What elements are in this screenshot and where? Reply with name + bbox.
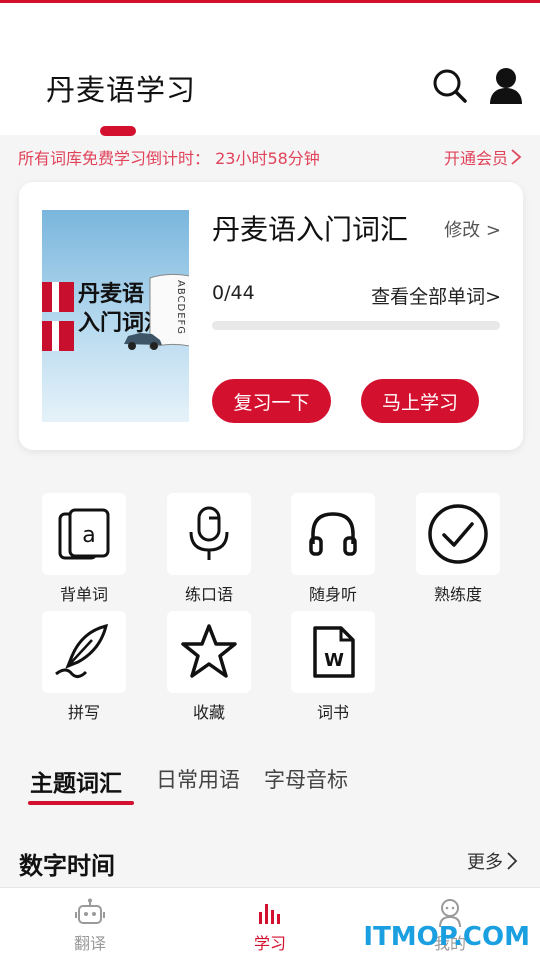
headphones-icon bbox=[309, 512, 357, 556]
edit-book-link[interactable]: 修改 > bbox=[444, 216, 501, 242]
feature-label: 词书 bbox=[316, 703, 349, 722]
microphone-icon bbox=[189, 506, 229, 560]
robot-icon bbox=[75, 898, 105, 924]
flashcard-icon: a bbox=[58, 508, 110, 560]
tab-theme-vocab[interactable]: 主题词汇 bbox=[30, 764, 122, 798]
user-icon[interactable] bbox=[488, 66, 524, 106]
watermark-logo: ITMOP.COM bbox=[363, 922, 530, 952]
more-link[interactable]: 更多 bbox=[467, 848, 518, 874]
bars-icon bbox=[259, 904, 280, 924]
feature-speaking[interactable]: 练口语 bbox=[154, 493, 264, 605]
feature-proficiency[interactable]: 熟练度 bbox=[403, 493, 513, 605]
check-circle-icon bbox=[428, 504, 488, 564]
section-title: 数字时间 bbox=[19, 852, 115, 880]
feature-label: 背单词 bbox=[59, 585, 108, 604]
cover-title-line1: 丹麦语 bbox=[78, 282, 145, 307]
nav-label: 翻译 bbox=[73, 934, 106, 953]
feature-label: 拼写 bbox=[67, 703, 100, 722]
nav-label: 学习 bbox=[253, 934, 286, 953]
vip-link-label: 开通会员 bbox=[443, 149, 508, 168]
app-header: 丹麦语学习 bbox=[0, 3, 540, 136]
feature-spelling[interactable]: 拼写 bbox=[29, 611, 139, 723]
book-title: 丹麦语入门词汇 bbox=[212, 213, 409, 246]
search-icon[interactable] bbox=[432, 66, 468, 106]
cover-spine-text: ABCDEFG bbox=[175, 280, 186, 336]
promo-bar: 所有词库免费学习倒计时： 23小时58分钟 开通会员 bbox=[18, 145, 522, 169]
vip-link[interactable]: 开通会员 bbox=[444, 145, 522, 169]
more-link-label: 更多 bbox=[467, 852, 503, 873]
feature-wordbooks[interactable]: W 词书 bbox=[278, 611, 388, 723]
chevron-right-icon bbox=[511, 149, 522, 165]
star-icon bbox=[181, 624, 237, 678]
feature-label: 收藏 bbox=[192, 703, 225, 722]
svg-text:W: W bbox=[324, 650, 344, 671]
feature-favorites[interactable]: 收藏 bbox=[154, 611, 264, 723]
feature-label: 练口语 bbox=[184, 585, 233, 604]
feature-label: 熟练度 bbox=[433, 585, 482, 604]
nav-study[interactable]: 学习 bbox=[220, 898, 320, 954]
book-card: 丹麦语 入门词汇 ABCDEFG 丹麦语入门词汇 修改 > 0/44 查看全部单… bbox=[19, 182, 523, 450]
feature-label: 随身听 bbox=[308, 585, 357, 604]
flag-stripe bbox=[42, 282, 74, 312]
tab-daily-phrases[interactable]: 日常用语 bbox=[156, 764, 240, 794]
countdown-text: 所有词库免费学习倒计时： 23小时58分钟 bbox=[18, 149, 320, 168]
active-tab-underline bbox=[28, 801, 134, 805]
review-button[interactable]: 复习一下 bbox=[212, 379, 331, 423]
nav-translate[interactable]: 翻译 bbox=[40, 898, 140, 954]
flag-stripe bbox=[42, 321, 74, 351]
study-now-button[interactable]: 马上学习 bbox=[361, 379, 479, 423]
feature-flashcards[interactable]: a 背单词 bbox=[29, 493, 139, 605]
feature-listening[interactable]: 随身听 bbox=[278, 493, 388, 605]
title-indicator bbox=[100, 126, 136, 136]
progress-bar bbox=[212, 321, 500, 330]
tab-alphabet-phonetics[interactable]: 字母音标 bbox=[264, 764, 348, 794]
svg-text:a: a bbox=[82, 523, 95, 548]
chevron-right-icon bbox=[507, 852, 518, 870]
car-graphic bbox=[124, 333, 162, 350]
word-document-icon: W bbox=[313, 626, 355, 678]
book-cover[interactable]: 丹麦语 入门词汇 ABCDEFG bbox=[42, 210, 189, 422]
quill-icon bbox=[55, 623, 109, 679]
progress-count: 0/44 bbox=[212, 282, 255, 304]
view-all-words-link[interactable]: 查看全部单词> bbox=[371, 282, 501, 309]
page-title: 丹麦语学习 bbox=[46, 73, 197, 107]
